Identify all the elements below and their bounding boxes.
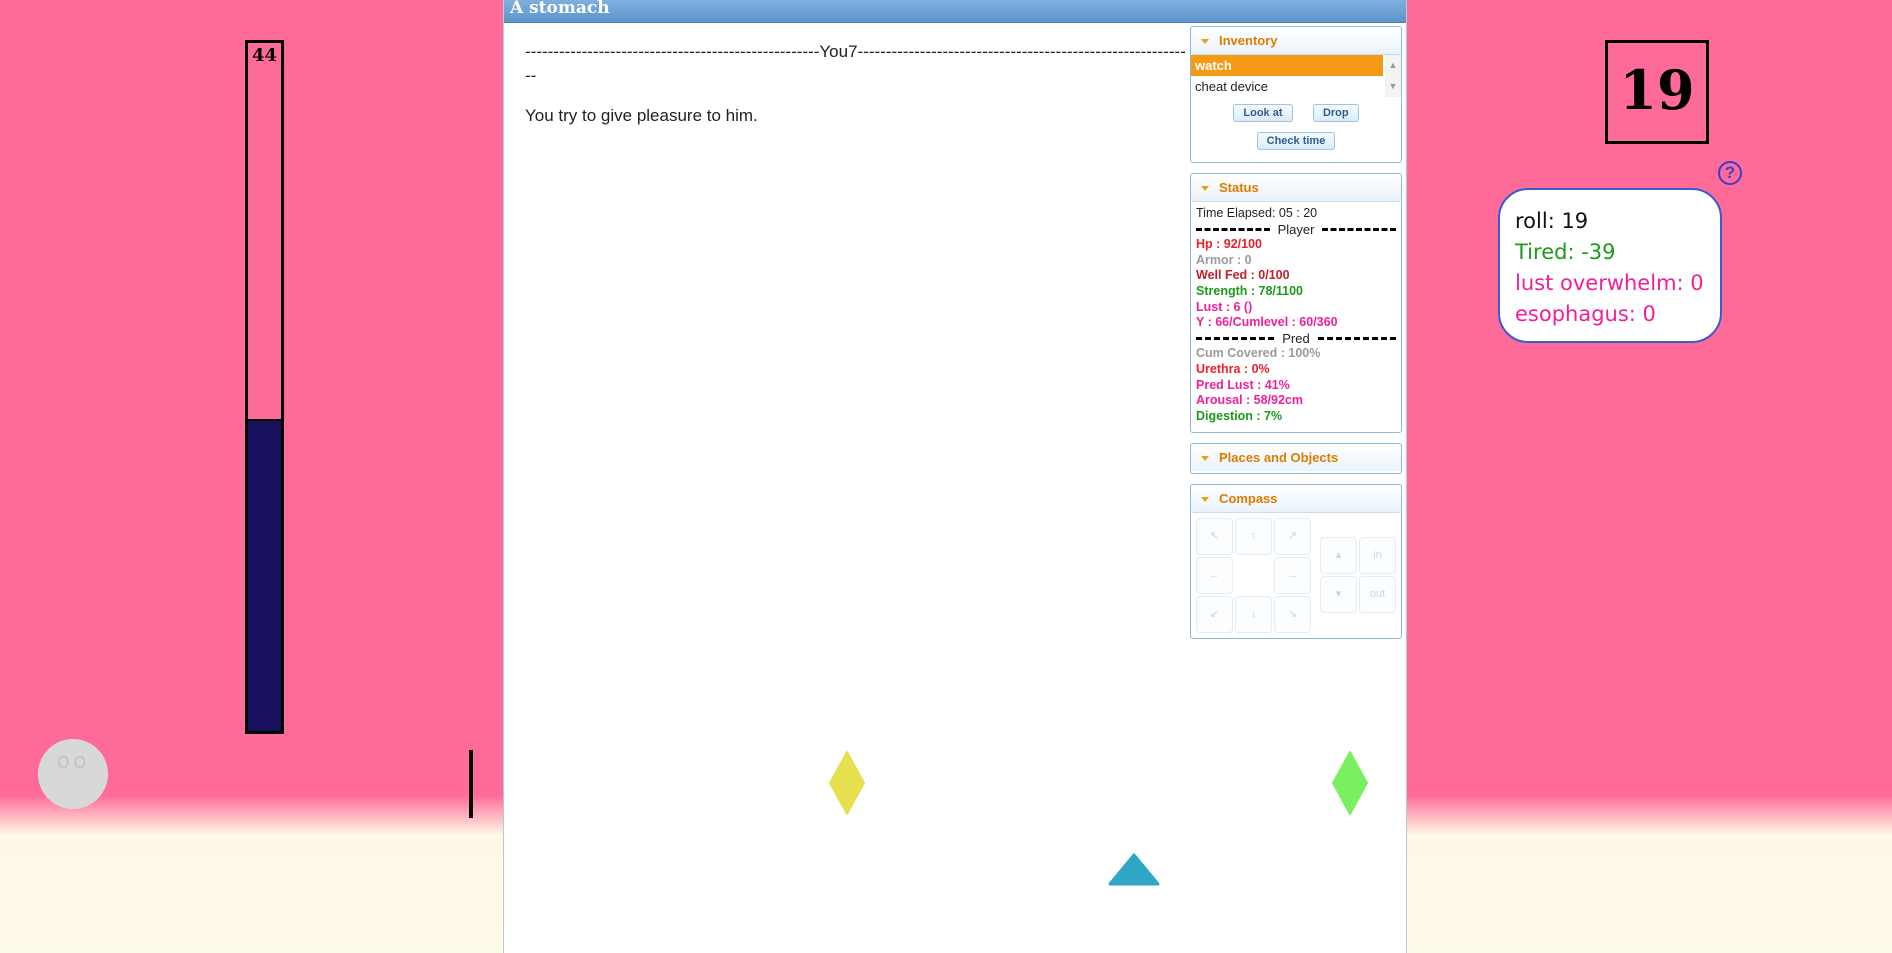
- teal-triangle-icon[interactable]: [1107, 852, 1161, 887]
- roll-info-panel: roll: 19 Tired: -39 lust overwhelm: 0 es…: [1498, 188, 1722, 343]
- collapse-triangle-icon: [1201, 456, 1209, 462]
- compass-south-button[interactable]: ↓: [1235, 596, 1272, 633]
- inventory-item-watch[interactable]: watch: [1191, 55, 1383, 76]
- yellow-diamond-icon[interactable]: [828, 750, 866, 816]
- main-panel: A stomach ------------------------------…: [503, 0, 1407, 953]
- side-panels: Inventory watch cheat device ▲ ▼ Look at …: [1190, 26, 1402, 649]
- strength-stat: Strength : 78/1100: [1196, 283, 1303, 298]
- roll-result-box: 19: [1605, 40, 1709, 144]
- lust-stat: Lust : 6 (): [1196, 299, 1253, 314]
- story-text: ----------------------------------------…: [525, 40, 1189, 128]
- tired-value: Tired: -39: [1515, 240, 1616, 264]
- status-panel: Status Time Elapsed: 05 : 20 Player Hp :…: [1190, 173, 1402, 433]
- story-divider: ----------------------------------------…: [525, 42, 1186, 85]
- esophagus-value: esophagus: 0: [1515, 302, 1656, 326]
- story-line: You try to give pleasure to him.: [525, 106, 758, 125]
- look-at-button[interactable]: Look at: [1233, 104, 1293, 122]
- inventory-list[interactable]: watch cheat device ▲ ▼: [1191, 55, 1401, 97]
- compass-header[interactable]: Compass: [1191, 485, 1401, 513]
- pred-lust-stat: Pred Lust : 41%: [1196, 377, 1290, 392]
- inventory-header[interactable]: Inventory: [1191, 27, 1401, 55]
- compass-north-button[interactable]: ↑: [1235, 518, 1272, 555]
- collapse-triangle-icon: [1201, 39, 1209, 45]
- pred-separator: Pred: [1196, 331, 1396, 347]
- arousal-stat: Arousal : 58/92cm: [1196, 393, 1303, 408]
- location-title: A stomach: [504, 0, 1406, 23]
- status-header[interactable]: Status: [1191, 174, 1401, 202]
- check-time-button[interactable]: Check time: [1256, 132, 1336, 150]
- collapse-triangle-icon: [1201, 497, 1209, 503]
- armor-stat: Armor : 0: [1196, 252, 1252, 267]
- compass-out-button[interactable]: out: [1359, 576, 1396, 613]
- urethra-stat: Urethra : 0%: [1196, 361, 1270, 376]
- meter-value: 44: [251, 45, 278, 66]
- inventory-scrollbar[interactable]: ▲ ▼: [1385, 55, 1401, 97]
- compass-southeast-button[interactable]: ↘: [1274, 596, 1311, 633]
- power-meter: 44: [245, 40, 284, 734]
- places-header[interactable]: Places and Objects: [1191, 444, 1401, 471]
- cum-covered-stat: Cum Covered : 100%: [1196, 346, 1321, 361]
- inventory-item-cheat-device[interactable]: cheat device: [1191, 76, 1383, 97]
- y-cumlevel-stat: Y : 66/Cumlevel : 60/360: [1196, 315, 1338, 330]
- compass-panel: Compass ↖ ↑ ↗ ← → ↙ ↓ ↘ ▴ in ▾ out: [1190, 484, 1402, 639]
- compass-southwest-button[interactable]: ↙: [1196, 596, 1233, 633]
- compass-northwest-button[interactable]: ↖: [1196, 518, 1233, 555]
- places-panel: Places and Objects: [1190, 443, 1402, 474]
- roll-value: roll: 19: [1515, 209, 1589, 233]
- compass-west-button[interactable]: ←: [1196, 557, 1233, 594]
- compass-in-button[interactable]: in: [1359, 537, 1396, 574]
- left-post: [469, 750, 473, 818]
- hp-stat: Hp : 92/100: [1196, 237, 1263, 252]
- drop-button[interactable]: Drop: [1312, 104, 1359, 122]
- player-separator: Player: [1196, 222, 1397, 238]
- well-fed-stat: Well Fed : 0/100: [1196, 268, 1290, 283]
- digestion-stat: Digestion : 7%: [1196, 408, 1283, 423]
- gray-ball-face-icon[interactable]: oo: [38, 739, 108, 809]
- compass-east-button[interactable]: →: [1274, 557, 1311, 594]
- compass-up-button[interactable]: ▴: [1320, 537, 1357, 574]
- inventory-panel: Inventory watch cheat device ▲ ▼ Look at …: [1190, 26, 1402, 163]
- collapse-triangle-icon: [1201, 186, 1209, 192]
- compass-northeast-button[interactable]: ↗: [1274, 518, 1311, 555]
- lust-overwhelm-value: lust overwhelm: 0: [1515, 271, 1704, 295]
- meter-fill: [248, 419, 281, 731]
- help-icon[interactable]: ?: [1718, 161, 1742, 185]
- compass-down-button[interactable]: ▾: [1320, 576, 1357, 613]
- green-diamond-icon[interactable]: [1331, 750, 1369, 816]
- time-elapsed: Time Elapsed: 05 : 20: [1196, 206, 1318, 220]
